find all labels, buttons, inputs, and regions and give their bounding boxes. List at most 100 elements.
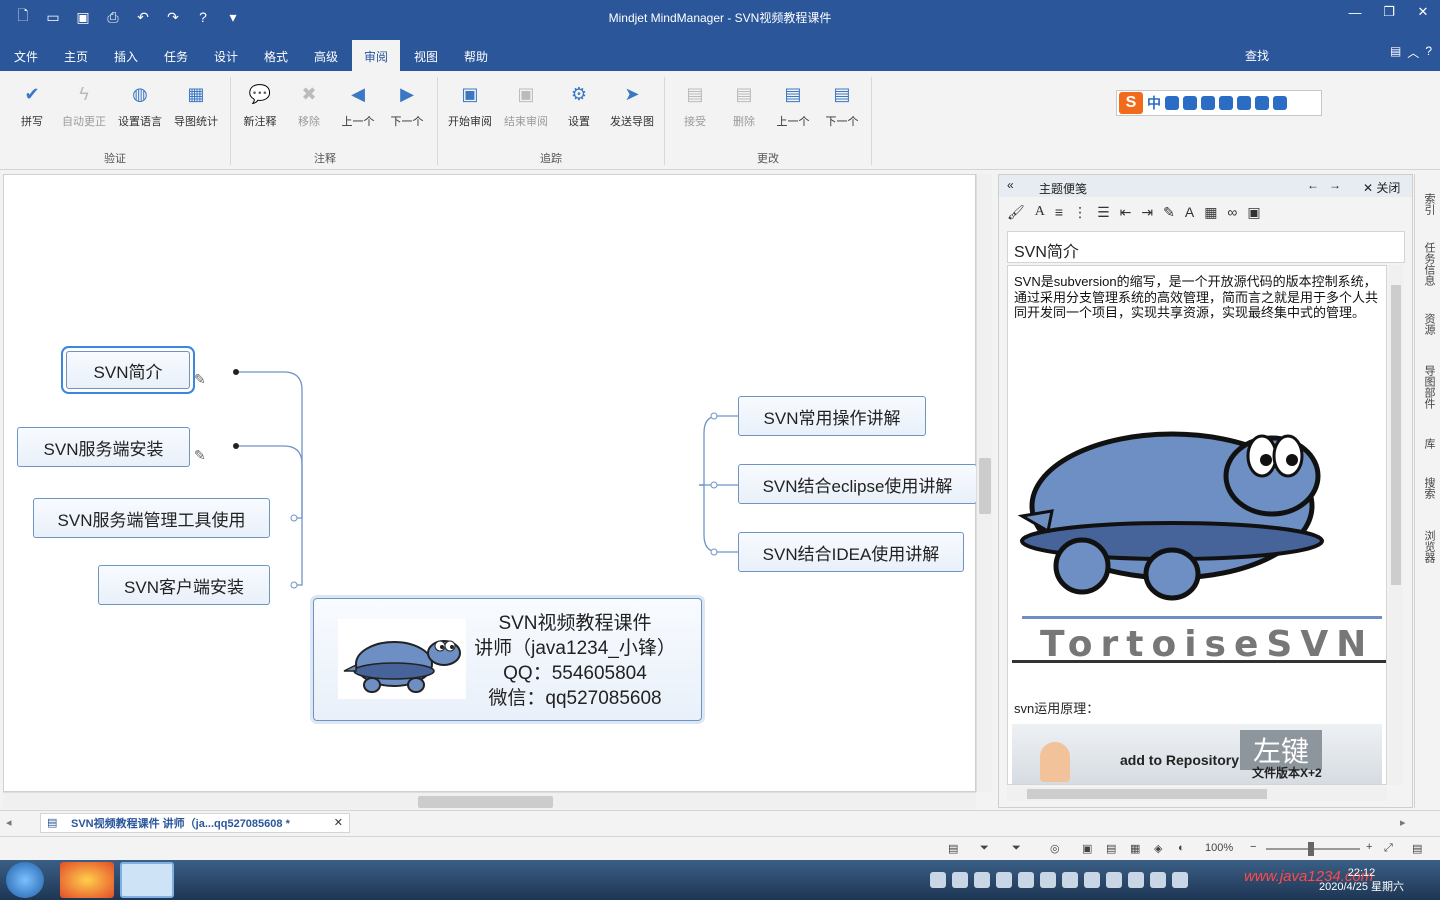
tray-icon[interactable] [996,872,1012,888]
new-comment-button[interactable]: 💬 新注释 [232,79,288,129]
fit-window-icon[interactable]: ⤢ [1384,842,1393,855]
document-tab[interactable]: SVN视频教程课件 讲师（ja...qq527085608 * ▤ ✕ [40,813,350,833]
zoom-slider-knob[interactable] [1308,842,1314,856]
ime-toolbar[interactable]: S 中 [1116,90,1322,116]
close-icon[interactable]: ✕ [1406,0,1440,24]
filter-options-icon[interactable]: ⏷ [1012,842,1021,855]
view-outline-icon[interactable]: ▤ [948,842,958,855]
side-tab-resources[interactable]: 资源 [1419,300,1437,348]
canvas-vertical-scrollbar[interactable] [976,174,992,792]
taskbar-app-icon[interactable] [60,862,114,898]
font-color-icon[interactable]: A [1185,204,1194,220]
next-comment-button[interactable]: ▶ 下一个 [379,79,435,129]
taskbar-mindmanager-icon[interactable] [120,862,174,898]
scroll-thumb[interactable] [1027,789,1267,799]
side-tab-index[interactable]: 索引 [1419,180,1437,228]
set-language-button[interactable]: ◍ 设置语言 [112,79,168,129]
minimize-icon[interactable]: — [1338,0,1372,24]
image-icon[interactable]: ▣ [1247,204,1260,221]
topic-svn-intro[interactable]: SVN简介 [66,351,190,389]
note-icon[interactable]: ✎ [194,447,206,464]
restore-icon[interactable]: ❐ [1372,0,1406,24]
table-icon[interactable]: ▦ [1204,204,1217,221]
remove-comment-button[interactable]: ✖ 移除 [281,79,337,129]
presentation-icon[interactable]: ◐ [1178,842,1185,854]
tray-icon[interactable] [952,872,968,888]
topic-svn-idea[interactable]: SVN结合IDEA使用讲解 [738,532,964,572]
calendar-view-icon[interactable]: ▦ [1130,842,1140,855]
notes-horizontal-scrollbar[interactable] [1007,787,1387,801]
tab-home[interactable]: 主页 [52,40,100,71]
font-icon[interactable]: A [1035,204,1045,220]
outdent-icon[interactable]: ⇤ [1120,204,1132,221]
notes-title[interactable]: SVN简介 [1007,231,1405,263]
review-settings-button[interactable]: ⚙ 设置 [551,79,607,129]
voice-icon[interactable] [1201,96,1215,110]
collapse-ribbon-icon[interactable]: ︿ [1407,44,1419,61]
punctuation-icon[interactable] [1165,96,1179,110]
tray-icon[interactable] [1106,872,1122,888]
layout-icon[interactable]: ▤ [1390,44,1401,61]
scroll-thumb[interactable] [418,796,553,808]
skin-icon[interactable] [1255,96,1269,110]
zoom-out-icon[interactable]: − [1250,841,1256,853]
emoji-icon[interactable] [1183,96,1197,110]
central-topic[interactable]: SVN视频教程课件 讲师（java1234_小锋） QQ：554605804 微… [313,598,702,721]
tab-format[interactable]: 格式 [252,40,300,71]
link-icon[interactable]: ∞ [1227,204,1237,220]
tray-icon[interactable] [1018,872,1034,888]
spell-check-button[interactable]: ✔ 拼写 [4,79,60,129]
help-question-icon[interactable]: ? [1425,44,1432,61]
scroll-thumb[interactable] [979,458,991,514]
collapse-panel-icon[interactable]: « [1007,178,1014,192]
topic-svn-server-admin-tool[interactable]: SVN服务端管理工具使用 [33,498,270,538]
tray-icon[interactable] [974,872,990,888]
side-tab-browser[interactable]: 浏览器 [1419,516,1437,576]
ime-mode[interactable]: 中 [1147,93,1161,113]
previous-change-button[interactable]: ▤ 上一个 [765,79,821,129]
page-view-icon[interactable]: ▤ [1106,842,1116,855]
topic-svn-client-install[interactable]: SVN客户端安装 [98,565,270,605]
bullet-list-icon[interactable]: ☰ [1097,204,1110,221]
layout-switch-icon[interactable]: ▤ [1412,842,1422,855]
side-tab-task-info[interactable]: 任务信息 [1419,234,1437,294]
tab-insert[interactable]: 插入 [102,40,150,71]
fit-map-icon[interactable]: ▣ [1082,842,1092,855]
tab-advanced[interactable]: 高级 [302,40,350,71]
tray-icon[interactable] [1172,872,1188,888]
note-icon[interactable]: ✎ [194,371,206,388]
toolbox-icon[interactable] [1273,96,1287,110]
next-change-button[interactable]: ▤ 下一个 [814,79,870,129]
find-button[interactable]: 查找 [1245,47,1269,64]
filter-icon[interactable]: ⏷ [980,842,989,855]
numbered-list-icon[interactable]: ⋮ [1073,204,1087,221]
scroll-left-icon[interactable]: ◂ [6,816,12,829]
tray-icon[interactable] [1128,872,1144,888]
share-icon[interactable]: ◈ [1154,842,1162,855]
topic-svn-server-install[interactable]: SVN服务端安装 [17,427,190,467]
side-tab-library[interactable]: 库 [1419,426,1437,460]
tab-task[interactable]: 任务 [152,40,200,71]
close-notes-button[interactable]: ✕ 关闭 [1363,179,1400,196]
keyboard-icon[interactable] [1219,96,1233,110]
notes-vertical-scrollbar[interactable] [1389,265,1403,785]
scroll-thumb[interactable] [1391,285,1401,585]
back-arrow-icon[interactable]: ← [1307,178,1319,192]
highlight-icon[interactable]: ✎ [1163,204,1175,221]
tab-view[interactable]: 视图 [402,40,450,71]
map-statistics-button[interactable]: ▦ 导图统计 [168,79,224,129]
tray-icon[interactable] [1150,872,1166,888]
tab-design[interactable]: 设计 [202,40,250,71]
end-review-button[interactable]: ▣ 结束审阅 [498,79,554,129]
user-icon[interactable] [1237,96,1251,110]
zoom-in-icon[interactable]: + [1366,841,1372,853]
previous-comment-button[interactable]: ◀ 上一个 [330,79,386,129]
tray-icon[interactable] [930,872,946,888]
canvas-horizontal-scrollbar[interactable] [3,792,976,809]
topic-svn-eclipse[interactable]: SVN结合eclipse使用讲解 [738,464,977,504]
align-left-icon[interactable]: ≡ [1055,204,1063,220]
system-clock[interactable]: 22:12 2020/4/25 星期六 [1319,866,1404,894]
notes-body[interactable]: SVN是subversion的缩写，是一个开放源代码的版本控制系统，通过采用分支… [1007,265,1387,785]
tray-icon[interactable] [1084,872,1100,888]
tab-review[interactable]: 审阅 [352,40,401,71]
